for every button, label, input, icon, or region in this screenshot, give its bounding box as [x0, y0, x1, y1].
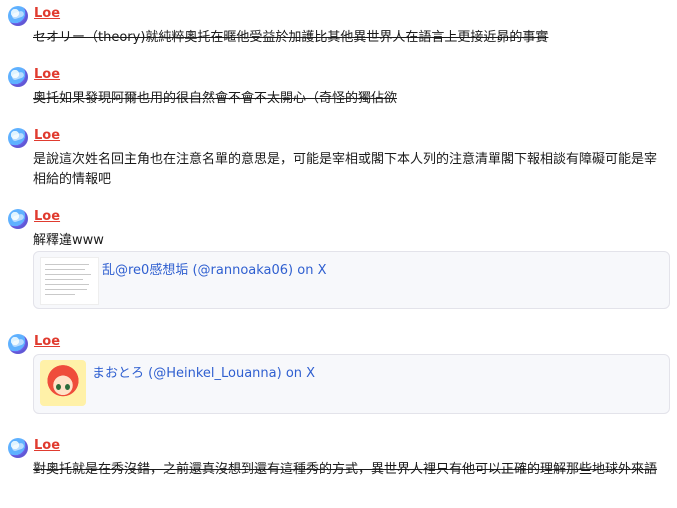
message-text: 是說這次姓名回主角也在注意名單的意思是，可能是宰相或閣下本人列的注意清單閣下報相… [33, 152, 658, 187]
avatar[interactable] [8, 209, 28, 229]
author-name[interactable]: Loe [34, 6, 60, 21]
embed-thumbnail [40, 257, 99, 305]
author-name[interactable]: Loe [34, 209, 60, 224]
author-name[interactable]: Loe [34, 67, 60, 82]
avatar[interactable] [8, 67, 28, 87]
embed-title[interactable]: まおとろ (@Heinkel_Louanna) on X [92, 362, 315, 381]
embed-thumbnail [40, 360, 86, 406]
message-text: セオリー（theory)就純粹奧托在暱他受益於加護比其他異世界人在語言上更接近昴… [33, 30, 549, 45]
message-text: 解釋違www [33, 233, 104, 248]
embed-title[interactable]: 乱@re0感想垢 (@rannoaka06) on X [102, 259, 327, 278]
message-text: 奧托如果發現阿爾也用的很自然會不會不太開心（奇怪的獨佔欲 [33, 91, 398, 106]
message-text: 對奧托就是在秀沒錯，之前還真沒想到還有這種秀的方式，異世界人裡只有他可以正確的理… [33, 462, 658, 477]
avatar[interactable] [8, 6, 28, 26]
avatar[interactable] [8, 334, 28, 354]
link-embed[interactable]: 乱@re0感想垢 (@rannoaka06) on X [33, 251, 670, 309]
author-name[interactable]: Loe [34, 334, 60, 349]
author-name[interactable]: Loe [34, 438, 60, 453]
author-name[interactable]: Loe [34, 128, 60, 143]
link-embed[interactable]: まおとろ (@Heinkel_Louanna) on X [33, 354, 670, 414]
avatar[interactable] [8, 128, 28, 148]
avatar[interactable] [8, 438, 28, 458]
